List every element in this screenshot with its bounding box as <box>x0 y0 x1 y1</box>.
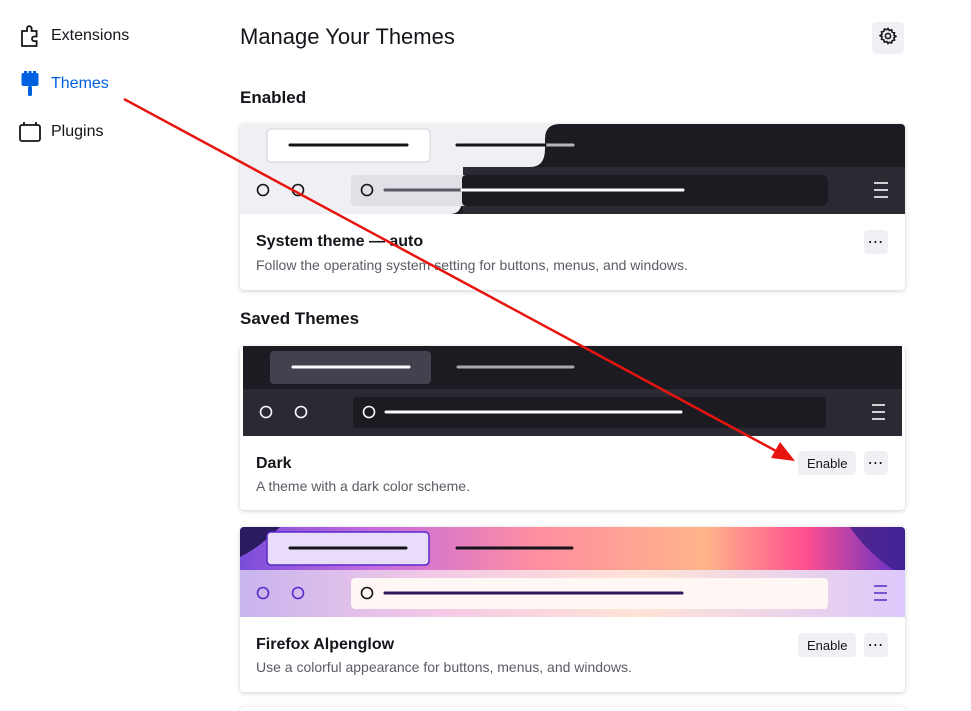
puzzle-icon <box>18 24 42 48</box>
ellipsis-icon: ⋯ <box>867 637 885 654</box>
page-title: Manage Your Themes <box>240 24 455 49</box>
plugin-icon <box>18 120 42 144</box>
theme-card-system: System theme — auto Follow the operating… <box>240 124 905 290</box>
ellipsis-icon: ⋯ <box>867 455 885 472</box>
more-options-button[interactable]: ⋯ <box>864 230 888 254</box>
sidebar-item-label: Plugins <box>51 123 104 140</box>
theme-preview <box>240 124 905 214</box>
ellipsis-icon: ⋯ <box>867 234 885 251</box>
saved-themes-heading: Saved Themes <box>240 309 360 328</box>
enable-button[interactable]: Enable <box>798 633 857 657</box>
sidebar-item-themes[interactable]: Themes <box>18 69 109 99</box>
theme-card-next <box>240 707 905 711</box>
more-options-button[interactable]: ⋯ <box>864 633 888 657</box>
main-content: Manage Your Themes Enabled System theme … <box>240 0 905 711</box>
theme-name: System theme — auto <box>256 233 424 250</box>
theme-description: Use a colorful appearance for buttons, m… <box>256 659 632 675</box>
theme-description: A theme with a dark color scheme. <box>256 478 470 494</box>
gear-icon <box>878 26 898 50</box>
theme-description: Follow the operating system setting for … <box>256 257 688 273</box>
theme-preview <box>240 527 905 617</box>
sidebar-item-extensions[interactable]: Extensions <box>18 21 129 51</box>
sidebar-item-plugins[interactable]: Plugins <box>18 117 103 147</box>
sidebar-item-label: Extensions <box>51 27 130 44</box>
theme-name: Dark <box>256 455 292 472</box>
theme-preview <box>240 346 905 436</box>
more-options-button[interactable]: ⋯ <box>864 451 888 475</box>
theme-card-dark: Dark A theme with a dark color scheme. E… <box>240 346 905 510</box>
sidebar-item-label: Themes <box>51 75 109 92</box>
theme-name: Firefox Alpenglow <box>256 636 395 653</box>
sidebar: Extensions Themes Plugins <box>0 0 220 711</box>
settings-button[interactable] <box>872 22 904 54</box>
theme-card-alpenglow: Firefox Alpenglow Use a colorful appeara… <box>240 527 905 692</box>
enable-button[interactable]: Enable <box>798 451 857 475</box>
enabled-heading: Enabled <box>240 88 307 107</box>
paintbrush-icon <box>18 71 42 96</box>
